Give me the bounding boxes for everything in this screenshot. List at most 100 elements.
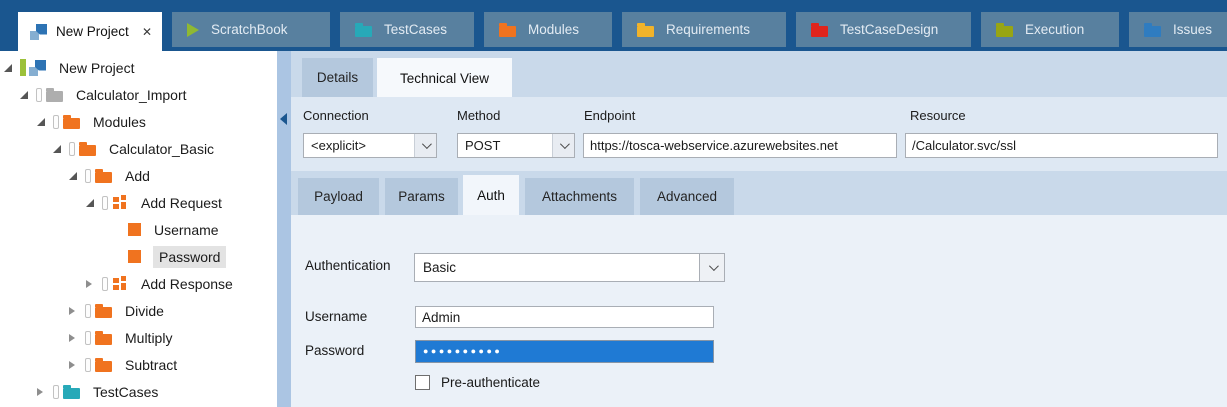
folder-icon [1144,26,1161,37]
folder-orange-icon [95,307,112,318]
project-tab-label: New Project [56,24,136,39]
method-dropdown[interactable]: POST [457,133,575,158]
resource-input[interactable] [905,133,1218,158]
tosca-window: New Project ✕ ScratchBook TestCases Modu… [0,0,1227,407]
tab-execution[interactable]: Execution [981,12,1119,47]
authentication-dropdown[interactable]: Basic [414,253,725,282]
folder-teal-icon [63,388,80,399]
expander-icon[interactable] [69,361,83,369]
tab-testcasedesign[interactable]: TestCaseDesign [796,12,971,47]
connection-label: Connection [303,108,369,123]
expander-icon[interactable] [69,334,83,342]
tree-item-divide[interactable]: Divide [0,297,277,324]
tab-details[interactable]: Details [302,58,373,97]
tab-issues[interactable]: Issues [1129,12,1227,47]
expander-icon[interactable] [69,307,83,315]
folder-icon [499,26,516,37]
folder-icon [355,26,372,37]
checkout-bar-icon [20,59,26,76]
checkout-bar-icon [53,115,59,129]
expander-icon[interactable] [53,145,67,153]
folder-orange-icon [95,172,112,183]
tree-item-subtract[interactable]: Subtract [0,351,277,378]
play-icon [187,23,199,37]
tree-item-testcases[interactable]: TestCases [0,378,277,405]
expander-icon[interactable] [4,64,18,72]
collapse-left-icon[interactable] [280,113,287,125]
masked-password-text: ●●●●●●●●●● [423,347,502,356]
tree-item-add[interactable]: Add [0,162,277,189]
tab-technical-view[interactable]: Technical View [377,58,512,98]
tree-item-add-response[interactable]: Add Response [0,270,277,297]
folder-orange-icon [63,118,80,129]
tree-item-add-request[interactable]: Add Request [0,189,277,216]
endpoint-label: Endpoint [584,108,635,123]
checkout-bar-icon [85,358,91,372]
checkout-bar-icon [36,88,42,102]
project-tab-new-project[interactable]: New Project ✕ [18,12,162,51]
tree-item-multiply[interactable]: Multiply [0,324,277,351]
password-label: Password [305,343,364,358]
folder-icon [996,26,1013,37]
checkout-bar-icon [69,142,75,156]
folder-icon [637,26,654,37]
connection-dropdown[interactable]: <explicit> [303,133,437,158]
tree-item-username[interactable]: Username [0,216,277,243]
checkout-bar-icon [53,385,59,399]
panel-splitter[interactable] [277,51,291,407]
tab-scratchbook[interactable]: ScratchBook [172,12,330,47]
checkout-bar-icon [85,331,91,345]
folder-orange-icon [95,334,112,345]
module-orange-icon [112,276,128,292]
checkout-bar-icon [102,277,108,291]
folder-orange-icon [79,145,96,156]
username-input[interactable] [415,306,714,328]
resource-label: Resource [910,108,966,123]
tab-testcases[interactable]: TestCases [340,12,474,47]
tab-advanced[interactable]: Advanced [640,178,734,215]
expander-icon[interactable] [20,91,34,99]
workspace-tab-bar: New Project ✕ ScratchBook TestCases Modu… [0,0,1227,51]
preauthenticate-checkbox[interactable] [415,375,430,390]
folder-icon [811,26,828,37]
module-orange-icon [112,195,128,211]
method-label: Method [457,108,500,123]
tosca-project-icon [29,60,46,76]
attribute-icon [128,250,141,263]
checkout-bar-icon [85,169,91,183]
username-label: Username [305,309,367,324]
module-detail-panel: Details Technical View Connection Method… [291,51,1227,407]
connection-field-row: Connection Method Endpoint Resource <exp… [291,97,1227,171]
tab-requirements[interactable]: Requirements [622,12,786,47]
tree-item-calculator-import[interactable]: Calculator_Import [0,81,277,108]
expander-icon[interactable] [69,172,83,180]
tab-modules[interactable]: Modules [484,12,612,47]
preauthenticate-label: Pre-authenticate [441,375,540,390]
folder-orange-icon [95,361,112,372]
tab-payload[interactable]: Payload [298,178,379,215]
endpoint-input[interactable] [583,133,897,158]
tree-item-new-project[interactable]: New Project [0,54,277,81]
tree-item-modules[interactable]: Modules [0,108,277,135]
tab-params[interactable]: Params [385,178,458,215]
tosca-logo-icon [30,24,47,40]
project-tree: New Project Calculator_Import Modules Ca… [0,51,277,407]
checkout-bar-icon [102,196,108,210]
chevron-down-icon[interactable] [699,254,724,281]
expander-icon[interactable] [37,118,51,126]
tab-attachments[interactable]: Attachments [525,178,634,215]
tree-item-calculator-basic[interactable]: Calculator_Basic [0,135,277,162]
tree-item-password[interactable]: Password [0,243,277,270]
authentication-label: Authentication [305,258,391,273]
expander-icon[interactable] [86,199,100,207]
checkout-bar-icon [85,304,91,318]
expander-icon[interactable] [37,388,51,396]
attribute-icon [128,223,141,236]
chevron-down-icon[interactable] [552,134,574,157]
chevron-down-icon[interactable] [414,134,436,157]
folder-gray-icon [46,91,63,102]
tab-auth[interactable]: Auth [463,175,519,215]
password-input[interactable]: ●●●●●●●●●● [415,340,714,363]
close-icon[interactable]: ✕ [142,25,152,39]
expander-icon[interactable] [86,280,100,288]
